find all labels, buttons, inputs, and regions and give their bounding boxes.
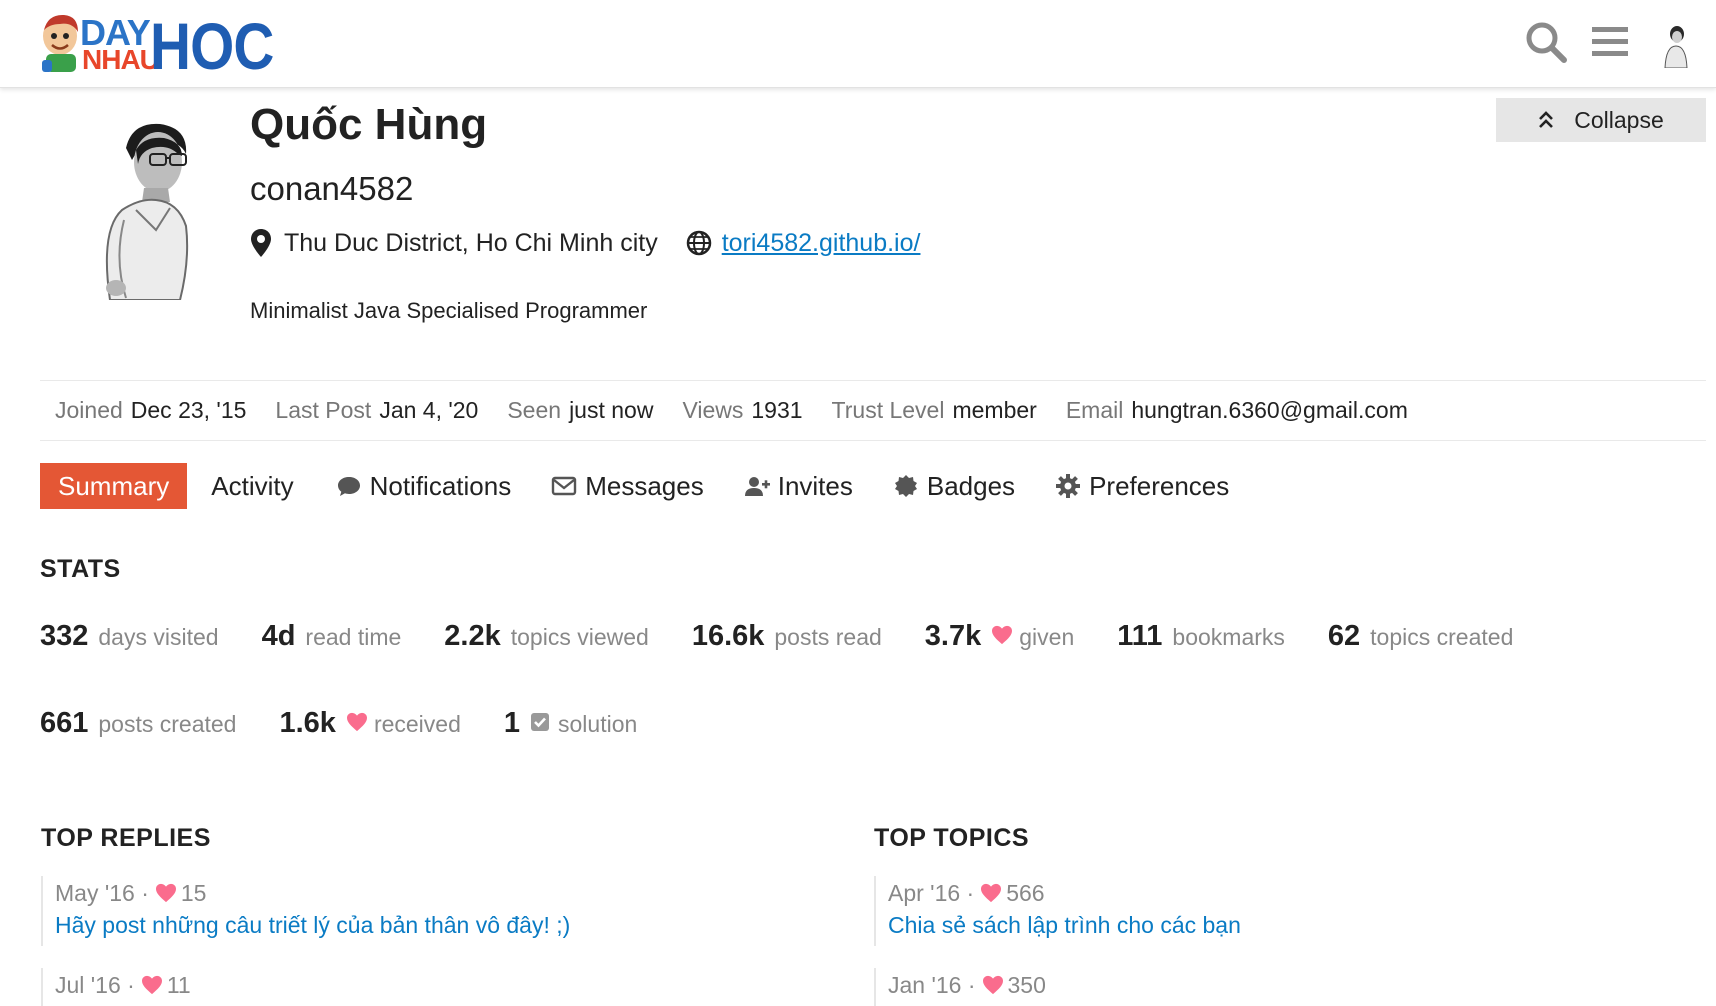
profile-meta-row: Joined Dec 23, '15 Last Post Jan 4, '20 Se… (40, 380, 1706, 441)
meta-email: Email hungtran.6360@gmail.com (1065, 397, 1408, 423)
stats-title: STATS (40, 555, 121, 583)
tab-notifications[interactable]: Notifications (336, 463, 511, 509)
meta-trust-level: Trust Level member (831, 397, 1037, 423)
reply-meta: Jul '16 · 11 (55, 971, 191, 998)
stat-topics-viewed: 2.2k topics viewed (444, 620, 649, 652)
meta-seen: Seen just now (507, 397, 654, 423)
meta-views: Views 1931 (682, 397, 803, 423)
tab-messages[interactable]: Messages (551, 463, 704, 509)
stats-row-2: 661 posts created 1.6k received 1 solutio… (40, 707, 680, 740)
top-topic-item: Apr '16 · 566 Chia sẻ sách lập trình cho… (874, 876, 1241, 946)
tab-badges[interactable]: Badges (893, 463, 1015, 509)
user-avatar[interactable] (1656, 22, 1696, 68)
stat-read-time: 4d read time (261, 620, 402, 652)
stat-days-visited: 332 days visited (40, 620, 219, 652)
collapse-label: Collapse (1574, 106, 1664, 133)
profile-tabs: Summary Activity Notifications Messages … (40, 463, 1229, 509)
tab-activity[interactable]: Activity (211, 463, 293, 509)
top-reply-item: May '16 · 15 Hãy post những câu triết lý… (41, 876, 570, 946)
globe-icon (686, 230, 711, 256)
profile-website-link[interactable]: tori4582.github.io/ (722, 229, 921, 258)
site-logo[interactable]: DAY NHAU HOC (38, 8, 274, 83)
heart-icon (980, 883, 1002, 903)
gear-icon (1056, 474, 1081, 498)
profile-name: Quốc Hùng (250, 100, 488, 149)
logo-text-hoc: HOC (150, 9, 274, 83)
map-marker-icon (251, 229, 271, 257)
tab-preferences[interactable]: Preferences (1055, 463, 1229, 509)
stat-likes-given: 3.7k given (924, 620, 1075, 652)
profile-location: Thu Duc District, Ho Chi Minh city (284, 228, 658, 257)
certificate-icon (894, 475, 917, 497)
hamburger-menu-icon[interactable] (1588, 20, 1632, 64)
search-icon[interactable] (1524, 20, 1568, 64)
stat-posts-created: 661 posts created (40, 707, 237, 739)
profile-username: conan4582 (250, 170, 414, 207)
profile-avatar (40, 110, 240, 300)
topic-meta: Apr '16 · 566 (888, 879, 1045, 906)
envelope-icon (552, 476, 577, 496)
double-chevron-up-icon (1539, 111, 1554, 128)
top-topic-item: Jan '16 · 350 (874, 968, 1046, 1006)
top-topics-title: TOP TOPICS (874, 824, 1030, 852)
stat-likes-received: 1.6k received (279, 707, 461, 739)
heart-icon (982, 975, 1004, 995)
profile-bio: Minimalist Java Specialised Programmer (250, 298, 648, 323)
stat-posts-read: 16.6k posts read (691, 620, 882, 652)
reply-title-link[interactable]: Hãy post những câu triết lý của bản thân… (55, 912, 570, 939)
stat-topics-created: 62 topics created (1327, 620, 1514, 652)
site-header: DAY NHAU HOC (0, 0, 1716, 88)
heart-icon (141, 975, 163, 995)
mascot-icon (42, 14, 78, 72)
heart-icon (155, 883, 177, 903)
tab-invites[interactable]: Invites (744, 463, 853, 509)
reply-meta: May '16 · 15 (55, 879, 207, 906)
meta-last-post: Last Post Jan 4, '20 (275, 397, 479, 423)
profile-location-row: Thu Duc District, Ho Chi Minh city tori4… (250, 226, 920, 260)
checkbox-check-icon (531, 713, 550, 731)
stats-row-1: 332 days visited 4d read time 2.2k topics v… (40, 620, 1556, 653)
user-plus-icon (744, 477, 770, 496)
topic-title-link[interactable]: Chia sẻ sách lập trình cho các bạn (888, 912, 1241, 939)
comment-icon (337, 477, 360, 496)
collapse-button[interactable]: Collapse (1496, 98, 1706, 142)
stat-solutions: 1 solution (503, 707, 638, 739)
top-replies-title: TOP REPLIES (41, 824, 211, 852)
heart-icon (346, 712, 368, 732)
topic-meta: Jan '16 · 350 (888, 971, 1046, 998)
meta-joined: Joined Dec 23, '15 (55, 397, 247, 423)
tab-summary[interactable]: Summary (40, 463, 188, 509)
logo-text-nhau: NHAU (82, 44, 160, 75)
top-reply-item: Jul '16 · 11 (41, 968, 191, 1006)
heart-icon (991, 625, 1013, 645)
stat-bookmarks: 111 bookmarks (1117, 620, 1285, 652)
